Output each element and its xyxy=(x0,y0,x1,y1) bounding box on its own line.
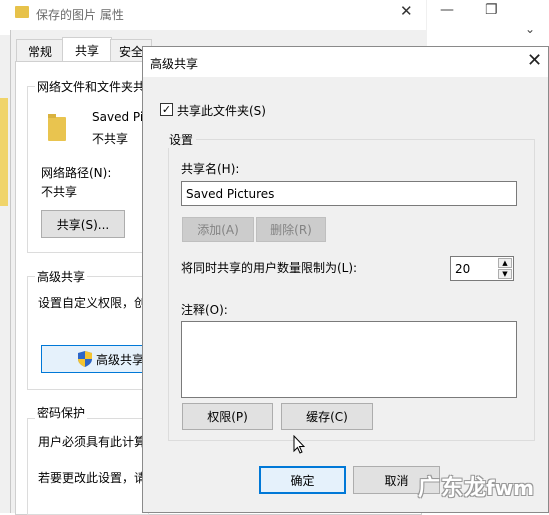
share-button[interactable]: 共享(S)... xyxy=(41,210,125,238)
tab-general[interactable]: 常规 xyxy=(16,39,64,62)
permissions-button[interactable]: 权限(P) xyxy=(182,403,273,430)
network-path-value: 不共享 xyxy=(41,185,78,199)
advanced-sharing-description: 设置自定义权限，创建多个共享，并设置其他高级共享选项。 xyxy=(38,296,142,310)
comment-label: 注释(O): xyxy=(181,303,228,317)
close-icon[interactable]: ✕ xyxy=(400,2,413,20)
properties-title: 保存的图片 属性 xyxy=(36,8,124,22)
password-protection-group-label: 密码保护 xyxy=(35,404,88,421)
share-name-input[interactable]: Saved Pictures xyxy=(181,181,517,206)
chevron-down-icon[interactable]: ⌄ xyxy=(525,22,535,36)
user-limit-value: 20 xyxy=(455,262,471,276)
spin-down-icon[interactable]: ▼ xyxy=(498,269,512,279)
network-path-label: 网络路径(N): xyxy=(41,166,112,180)
minimize-icon[interactable]: — xyxy=(440,2,454,18)
checkmark-icon: ✓ xyxy=(161,103,172,116)
background-folder-thumbnail xyxy=(0,98,8,206)
ok-button[interactable]: 确定 xyxy=(259,466,346,494)
mouse-cursor-icon xyxy=(293,434,306,458)
password-description-2: 若要更改此设置，请使用网络和共享中心。 xyxy=(38,471,142,485)
advanced-sharing-group-label: 高级共享 xyxy=(35,268,88,285)
close-icon[interactable]: ✕ xyxy=(527,50,542,71)
share-folder-checkbox[interactable]: ✓ xyxy=(160,103,173,116)
tab-sharing[interactable]: 共享 xyxy=(62,37,112,63)
share-name-label: 共享名(H): xyxy=(181,162,240,176)
caching-button[interactable]: 缓存(C) xyxy=(281,403,373,430)
spin-up-icon[interactable]: ▲ xyxy=(498,258,512,268)
comment-textarea[interactable] xyxy=(181,321,517,398)
user-limit-label: 将同时共享的用户数量限制为(L): xyxy=(181,261,358,275)
advanced-sharing-title: 高级共享 xyxy=(150,57,199,71)
folder-share-status: 不共享 xyxy=(92,132,129,146)
watermark-text: 广东龙 xyxy=(418,476,488,501)
advanced-sharing-titlebar xyxy=(143,47,548,77)
share-folder-label[interactable]: 共享此文件夹(S) xyxy=(177,102,266,119)
advanced-sharing-button[interactable]: 高级共享(D)... xyxy=(41,345,151,373)
user-limit-spinner[interactable]: 20 ▲ ▼ xyxy=(450,256,514,281)
folder-icon xyxy=(15,6,29,18)
shared-folder-icon xyxy=(48,114,66,141)
remove-button[interactable]: 删除(R) xyxy=(256,217,326,242)
restore-icon[interactable]: ❐ xyxy=(485,2,498,18)
add-button[interactable]: 添加(A) xyxy=(182,217,254,242)
password-description-1: 用户必须具有此计算机的用户帐户和密码，才能访问共享文件夹。 xyxy=(38,435,142,449)
settings-group-label: 设置 xyxy=(166,131,197,148)
watermark-logo-text: fwm xyxy=(486,476,535,500)
shield-icon xyxy=(78,351,92,367)
network-sharing-group-label: 网络文件和文件夹共享 xyxy=(35,78,160,95)
